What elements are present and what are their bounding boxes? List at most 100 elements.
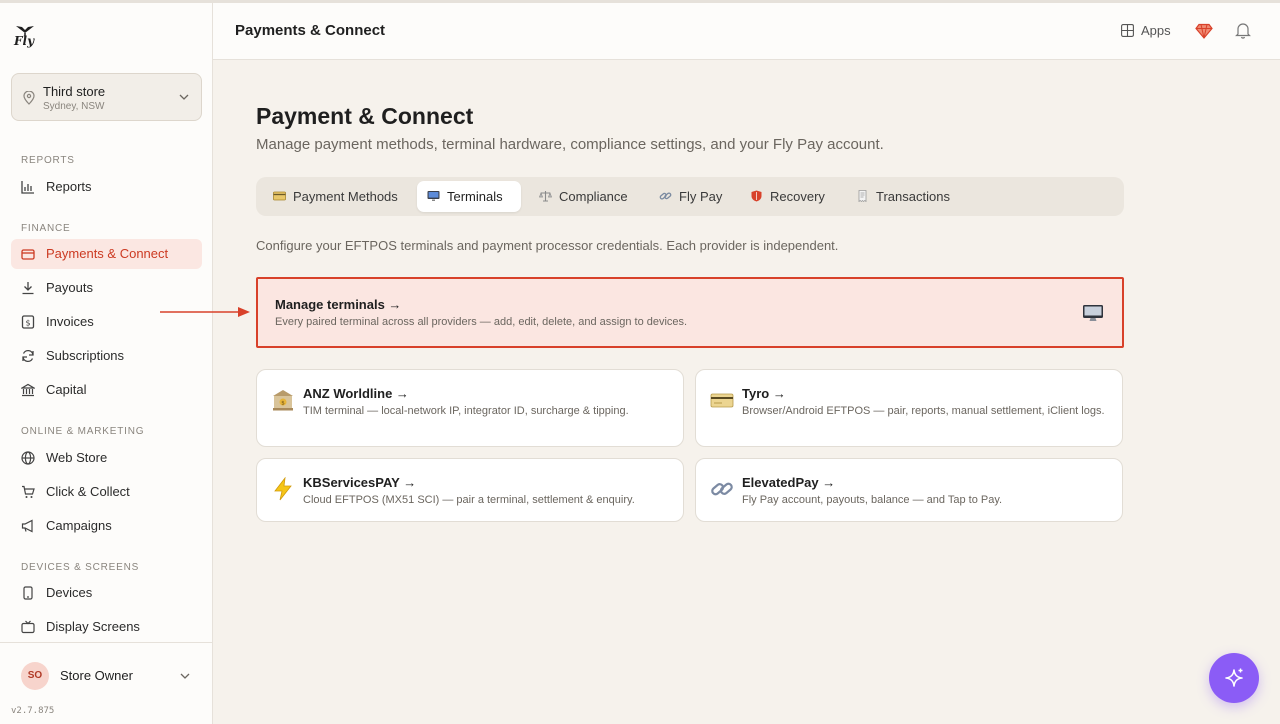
nav-section-devices-screens: DEVICES & SCREENS <box>21 562 140 573</box>
page-title: Payment & Connect <box>256 103 474 129</box>
sidebar: Fly Third store Sydney, NSW REPORTS Repo… <box>0 0 213 724</box>
manage-terminals-title: Manage terminals → <box>275 297 402 312</box>
provider-description: TIM terminal — local-network IP, integra… <box>303 405 629 417</box>
location-pin-icon <box>23 91 35 105</box>
scales-emoji-icon <box>539 191 552 202</box>
sidebar-item-label: Payments & Connect <box>46 246 169 261</box>
settings-tabs: Payment Methods Terminals Compliance Fly… <box>256 177 1124 216</box>
sidebar-item-click-collect[interactable]: Click & Collect <box>11 477 202 507</box>
provider-title: Tyro → <box>742 386 786 401</box>
sidebar-item-label: Web Store <box>46 450 108 465</box>
card-emoji-icon <box>710 393 734 408</box>
sidebar-item-label: Display Screens <box>46 619 140 634</box>
megaphone-icon <box>21 519 33 533</box>
lightning-emoji-icon <box>274 477 292 501</box>
tab-compliance[interactable]: Compliance <box>529 181 641 212</box>
logo-text: Fly <box>14 34 35 48</box>
sidebar-item-payouts[interactable]: Payouts <box>11 273 202 303</box>
provider-title: KBServicesPAY → <box>303 475 417 490</box>
sidebar-item-label: Click & Collect <box>46 484 130 499</box>
store-selector[interactable]: Third store Sydney, NSW <box>11 73 202 121</box>
user-name[interactable]: Store Owner <box>60 668 133 683</box>
provider-description: Fly Pay account, payouts, balance — and … <box>742 494 1003 506</box>
terminals-intro-text: Configure your EFTPOS terminals and paym… <box>256 238 839 253</box>
card-emoji-icon <box>273 191 286 201</box>
ai-assistant-button[interactable] <box>1209 653 1259 703</box>
tab-label: Recovery <box>770 189 825 204</box>
sidebar-item-label: Campaigns <box>46 518 112 533</box>
sidebar-item-subscriptions[interactable]: Subscriptions <box>11 341 202 371</box>
dollar-doc-icon: $ <box>21 315 35 329</box>
tab-label: Compliance <box>559 189 628 204</box>
arrow-right-icon <box>160 307 250 317</box>
download-icon <box>22 282 34 295</box>
provider-description: Browser/Android EFTPOS — pair, reports, … <box>742 405 1105 417</box>
monitor-emoji-icon <box>427 191 440 201</box>
tab-fly-pay[interactable]: Fly Pay <box>649 181 731 212</box>
page-subtitle: Manage payment methods, terminal hardwar… <box>256 136 884 153</box>
credit-card-icon <box>21 249 35 260</box>
store-location: Sydney, NSW <box>43 101 105 112</box>
header-title: Payments & Connect <box>235 22 386 39</box>
tab-transactions[interactable]: Transactions <box>846 181 966 212</box>
tab-label: Fly Pay <box>679 189 723 204</box>
tab-label: Transactions <box>876 189 950 204</box>
sidebar-item-devices[interactable]: Devices <box>11 578 202 608</box>
sidebar-item-capital[interactable]: Capital <box>11 375 202 405</box>
sidebar-item-label: Payouts <box>46 280 93 295</box>
provider-card-anz-worldline[interactable]: $ ANZ Worldline → TIM terminal — local-n… <box>256 369 684 447</box>
svg-text:$: $ <box>281 400 285 406</box>
globe-icon <box>21 451 35 465</box>
tv-icon <box>21 620 35 634</box>
avatar[interactable]: SO <box>21 662 49 690</box>
bell-icon[interactable] <box>1234 21 1252 39</box>
sidebar-item-payments-connect[interactable]: Payments & Connect <box>11 239 202 269</box>
tab-terminals[interactable]: Terminals <box>417 181 521 212</box>
provider-description: Cloud EFTPOS (MX51 SCI) — pair a termina… <box>303 494 635 506</box>
tab-recovery[interactable]: Recovery <box>740 181 830 212</box>
cart-icon <box>22 485 35 498</box>
provider-title: ElevatedPay → <box>742 475 836 490</box>
provider-title: ANZ Worldline → <box>303 386 409 401</box>
manage-terminals-description: Every paired terminal across all provide… <box>275 316 688 328</box>
nav-section-reports: REPORTS <box>21 155 75 166</box>
sidebar-item-campaigns[interactable]: Campaigns <box>11 511 202 541</box>
bank-icon <box>21 383 35 397</box>
app-version: v2.7.875 <box>11 706 55 716</box>
sidebar-item-web-store[interactable]: Web Store <box>11 443 202 473</box>
sidebar-item-label: Capital <box>46 382 87 397</box>
link-emoji-icon <box>711 482 733 496</box>
tab-payment-methods[interactable]: Payment Methods <box>263 181 409 212</box>
nav-section-online-marketing: ONLINE & MARKETING <box>21 426 145 437</box>
top-header: Payments & Connect Apps <box>213 0 1280 60</box>
shield-emoji-icon <box>751 190 762 202</box>
svg-text:$: $ <box>25 319 30 328</box>
phone-icon <box>23 586 33 600</box>
receipt-emoji-icon <box>858 190 867 202</box>
refresh-icon <box>22 349 34 363</box>
nav-section-finance: FINANCE <box>21 223 71 234</box>
gem-icon[interactable] <box>1195 22 1213 40</box>
sidebar-item-label: Reports <box>46 179 92 194</box>
provider-card-elevatedpay[interactable]: ElevatedPay → Fly Pay account, payouts, … <box>695 458 1123 522</box>
chevron-down-icon[interactable] <box>180 672 190 680</box>
chevron-down-icon <box>179 94 189 100</box>
provider-card-kbservicespay[interactable]: KBServicesPAY → Cloud EFTPOS (MX51 SCI) … <box>256 458 684 522</box>
sidebar-item-label: Devices <box>46 585 93 600</box>
provider-card-tyro[interactable]: Tyro → Browser/Android EFTPOS — pair, re… <box>695 369 1123 447</box>
manage-terminals-card[interactable]: Manage terminals → Every paired terminal… <box>256 277 1124 348</box>
sidebar-item-label: Invoices <box>46 314 94 329</box>
grid-icon <box>1121 24 1134 37</box>
sidebar-item-reports[interactable]: Reports <box>11 172 202 202</box>
bank-emoji-icon: $ <box>273 390 293 411</box>
sidebar-footer: SO Store Owner v2.7.875 <box>0 642 212 724</box>
tab-label: Terminals <box>447 189 503 204</box>
sidebar-item-display-screens[interactable]: Display Screens <box>11 612 202 642</box>
tab-label: Payment Methods <box>293 189 398 204</box>
apps-label: Apps <box>1141 23 1171 38</box>
sidebar-item-label: Subscriptions <box>46 348 125 363</box>
monitor-icon <box>1083 305 1103 321</box>
store-name: Third store <box>43 84 106 99</box>
link-emoji-icon <box>659 192 672 200</box>
sparkles-icon <box>1225 668 1243 687</box>
